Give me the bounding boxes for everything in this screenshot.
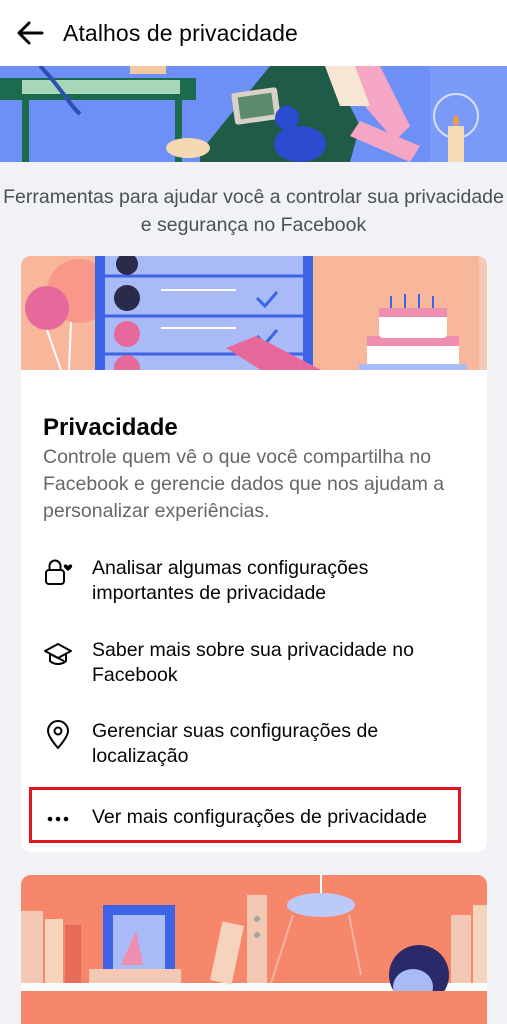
back-button[interactable] (0, 0, 60, 66)
security-art (21, 875, 487, 1024)
security-card-illustration (21, 875, 487, 1024)
privacy-card: Privacidade Controle quem vê o que você … (21, 256, 487, 852)
option-review-settings[interactable]: Analisar algumas configurações important… (43, 556, 473, 606)
privacy-card-title: Privacidade (43, 414, 178, 441)
option-label: Gerenciar suas configurações de localiza… (92, 720, 379, 767)
option-label: Saber mais sobre sua privacidade no Face… (92, 639, 414, 686)
more-dots-icon (43, 806, 73, 836)
hero-illustration (0, 66, 507, 162)
option-location-settings[interactable]: Gerenciar suas configurações de localiza… (43, 719, 473, 769)
privacy-card-description: Controle quem vê o que você compartilha … (43, 446, 445, 522)
page: Atalhos de privacidade Ferramentas para … (0, 0, 507, 1024)
option-more-settings[interactable]: Ver mais configurações de privacidade (43, 805, 473, 836)
top-bar: Atalhos de privacidade (0, 0, 507, 66)
privacy-art (21, 256, 487, 370)
option-label: Ver mais configurações de privacidade (92, 806, 427, 828)
option-learn-more[interactable]: Saber mais sobre sua privacidade no Face… (43, 638, 473, 688)
graduation-cap-icon (43, 639, 73, 669)
intro-text: Ferramentas para ajudar você a controlar… (3, 186, 504, 236)
location-pin-icon (43, 720, 73, 750)
privacy-card-illustration (21, 256, 487, 370)
hero-art (0, 66, 507, 162)
option-label: Analisar algumas configurações important… (92, 557, 369, 604)
page-title: Atalhos de privacidade (63, 19, 298, 46)
arrow-left-icon (17, 21, 44, 45)
lock-heart-icon (43, 557, 73, 587)
